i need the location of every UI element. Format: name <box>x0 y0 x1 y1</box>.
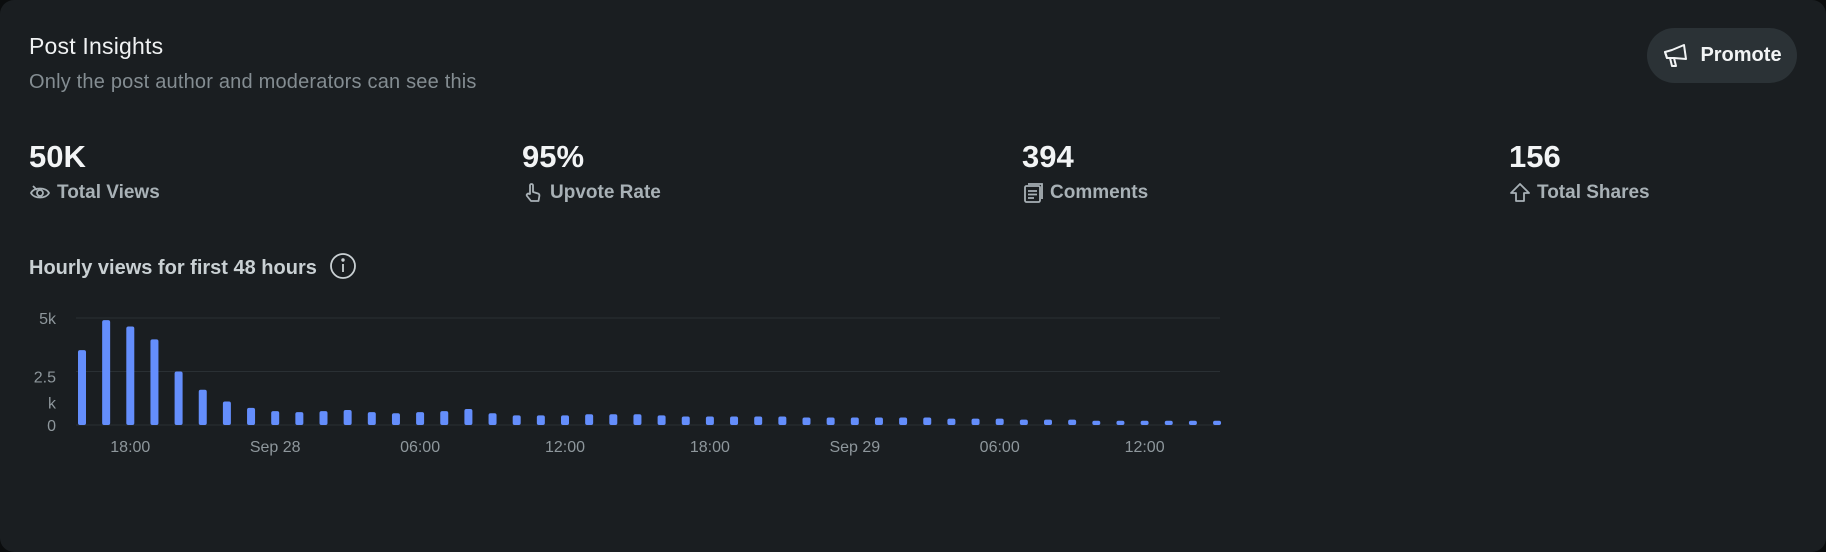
chart-bar[interactable] <box>657 415 666 425</box>
chart-bar[interactable] <box>536 415 545 425</box>
chart-bar[interactable] <box>995 418 1004 425</box>
chart-bar[interactable] <box>247 407 256 425</box>
chart-bar[interactable] <box>730 416 739 425</box>
hourly-views-chart: 0 2.5 k 5k 18:00 Sep 28 06:00 12:00 18:00 Sep 29 0… <box>34 311 1222 456</box>
chart-bar[interactable] <box>222 401 231 425</box>
chart-bar[interactable] <box>1068 419 1077 425</box>
x-tick-label: 18:00 <box>690 439 730 456</box>
chart-bar[interactable] <box>1092 420 1101 425</box>
chart-bar[interactable] <box>102 320 111 425</box>
chart-bar[interactable] <box>705 416 714 425</box>
chart-bar[interactable] <box>1164 420 1173 425</box>
chart-bar[interactable] <box>126 326 135 425</box>
chart-bar[interactable] <box>391 413 400 425</box>
chart-bar[interactable] <box>295 412 304 425</box>
chart-bar[interactable] <box>440 411 449 425</box>
x-tick-label: 12:00 <box>545 439 585 456</box>
chart-bar[interactable] <box>947 418 956 425</box>
chart-bar[interactable] <box>271 411 280 425</box>
chart-bar[interactable] <box>681 416 690 425</box>
chart-bar[interactable] <box>971 418 980 425</box>
y-tick-label: 5k <box>39 311 57 328</box>
chart-bar[interactable] <box>343 410 352 425</box>
chart-bar[interactable] <box>367 412 376 425</box>
chart-bar[interactable] <box>319 411 328 425</box>
chart-bar[interactable] <box>1213 420 1222 425</box>
chart-bar[interactable] <box>198 389 207 425</box>
chart-bar[interactable] <box>416 412 425 425</box>
chart-bar[interactable] <box>633 414 642 425</box>
chart-bar[interactable] <box>512 415 521 425</box>
chart-bar[interactable] <box>78 350 86 425</box>
chart-bar[interactable] <box>826 417 835 425</box>
chart-bar[interactable] <box>754 416 763 425</box>
chart-bar[interactable] <box>899 417 908 425</box>
x-tick-label: 18:00 <box>110 439 150 456</box>
chart-bar[interactable] <box>561 415 569 425</box>
chart-bar[interactable] <box>488 413 497 425</box>
y-tick-label: 2.5 k <box>34 370 57 413</box>
y-tick-label: 0 <box>47 418 56 435</box>
chart-bar[interactable] <box>150 339 159 425</box>
chart-bar[interactable] <box>850 417 859 425</box>
chart-bar[interactable] <box>609 414 618 425</box>
x-tick-label: 06:00 <box>400 439 440 456</box>
chart-bar[interactable] <box>585 414 594 425</box>
chart-bar[interactable] <box>1044 419 1052 425</box>
x-tick-label: Sep 28 <box>250 439 301 456</box>
chart-bar[interactable] <box>1140 420 1149 425</box>
post-insights-card: Post Insights Only the post author and m… <box>0 0 1826 552</box>
chart-bar[interactable] <box>874 417 883 425</box>
chart-bar[interactable] <box>1188 420 1197 425</box>
chart-bar[interactable] <box>923 417 932 425</box>
chart-bar[interactable] <box>1019 419 1028 425</box>
chart-bar[interactable] <box>464 408 473 425</box>
chart-bar[interactable] <box>1116 420 1125 425</box>
x-tick-label: 06:00 <box>980 439 1020 456</box>
chart-bar[interactable] <box>174 371 183 426</box>
x-tick-label: 12:00 <box>1125 439 1165 456</box>
x-tick-label: Sep 29 <box>829 439 880 456</box>
chart-bar[interactable] <box>778 416 787 425</box>
chart-bar[interactable] <box>802 417 811 425</box>
